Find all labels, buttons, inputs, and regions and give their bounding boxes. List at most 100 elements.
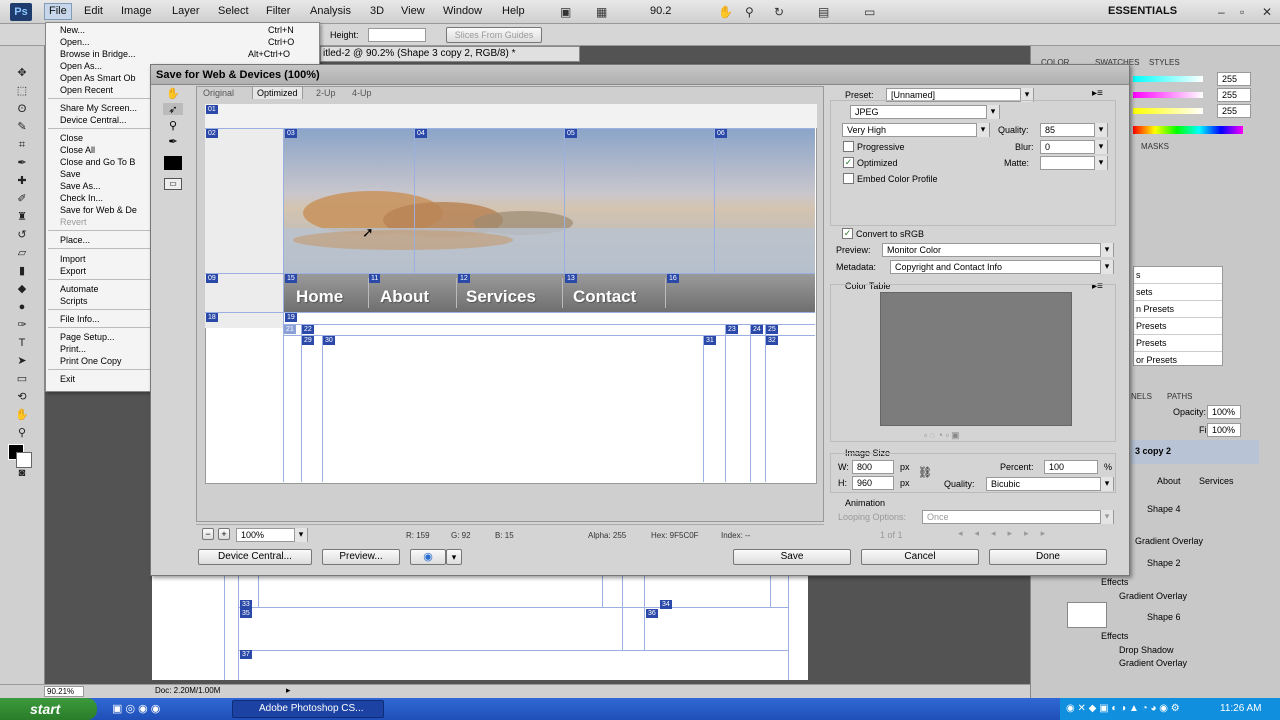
stamp-tool-icon[interactable]: ♜ [12,210,32,224]
slice-label[interactable]: 05 [565,129,577,138]
eraser-tool-icon[interactable]: ▱ [12,246,32,260]
tray-icons[interactable]: ◉ ✕ ◆ ▣ ◐ ◑ ▲ ◔ ◕ ◉ ⚙ [1066,698,1180,720]
layer-effect[interactable]: Gradient Overlay [1135,536,1203,546]
color-table-grid[interactable] [880,292,1072,426]
menu-image[interactable]: Image [121,5,152,17]
hand-tool-icon[interactable]: ✋ [163,87,183,100]
tab-styles[interactable]: STYLES [1149,58,1180,67]
quick-mask-icon[interactable]: ◙ [12,466,32,480]
color-ramp[interactable] [1133,126,1243,134]
convert-srgb-checkbox[interactable]: ✓ [842,228,853,239]
menu-item-page-setup[interactable]: Page Setup... [60,332,115,342]
color-value-field[interactable]: 255 [1217,104,1251,118]
menu-help[interactable]: Help [502,5,525,17]
height-field[interactable]: 960 [852,476,894,490]
status-menu-arrow-icon[interactable]: ▸ [286,685,291,696]
menu-item-open[interactable]: Open... [60,37,90,47]
zoom-tool-icon[interactable]: ⚲ [745,5,754,19]
color-value-field[interactable]: 255 [1217,88,1251,102]
tab-4-up[interactable]: 4-Up [352,88,372,98]
menu-item-save-for-web[interactable]: Save for Web & De [60,205,137,215]
menu-item-device-central[interactable]: Device Central... [60,115,127,125]
preset-item[interactable]: sets [1134,284,1222,301]
browser-dropdown-icon[interactable]: ▾ [446,549,462,565]
menu-item-print[interactable]: Print... [60,344,86,354]
zoom-tool-icon[interactable]: ⚲ [12,426,32,440]
slice-label[interactable]: 18 [206,313,218,322]
zoom-in-button[interactable]: + [218,528,230,540]
menu-item-revert[interactable]: Revert [60,217,87,227]
slice-label[interactable]: 16 [667,274,679,283]
metadata-select[interactable]: Copyright and Contact Info [890,260,1114,274]
quality-field[interactable]: 85 [1040,123,1108,137]
menu-item-file-info[interactable]: File Info... [60,314,100,324]
presets-list[interactable]: s sets n Presets Presets Presets or Pres… [1133,266,1223,366]
menu-file[interactable]: File [44,3,72,20]
quality-mode-select[interactable]: Very High [842,123,990,137]
slice-label[interactable]: 12 [458,274,470,283]
layer-name[interactable]: Shape 4 [1147,504,1181,514]
menu-analysis[interactable]: Analysis [310,5,351,17]
marquee-tool-icon[interactable]: ⬚ [12,84,32,98]
lasso-tool-icon[interactable]: ʘ [12,102,32,116]
zoom-tool-icon[interactable]: ⚲ [163,119,183,132]
menu-item-browse-bridge[interactable]: Browse in Bridge... [60,49,136,59]
layer-effects-label[interactable]: Effects [1101,577,1128,587]
slice-label[interactable]: 02 [206,129,218,138]
layer-effect[interactable]: Gradient Overlay [1119,591,1187,601]
menu-item-automate[interactable]: Automate [60,284,99,294]
start-button[interactable]: start [0,698,97,720]
nav-about[interactable]: About [380,287,429,307]
device-central-button[interactable]: Device Central... [198,549,312,565]
format-select[interactable]: JPEG [850,105,1000,119]
layer-name[interactable]: Shape 2 [1147,558,1181,568]
slice-label[interactable]: 31 [704,336,716,345]
preset-item[interactable]: Presets [1134,318,1222,335]
menu-select[interactable]: Select [218,5,249,17]
color-value-field[interactable]: 255 [1217,72,1251,86]
rotate-view-icon[interactable]: ↻ [774,5,784,19]
slice-select-tool-icon[interactable]: ➶ [163,103,183,116]
layer-effect[interactable]: Gradient Overlay [1119,658,1187,668]
preset-menu-icon[interactable]: ▸≡ [1092,88,1103,99]
slice-label[interactable]: 32 [766,336,778,345]
fill-field[interactable]: 100% [1207,423,1241,437]
yellow-slider[interactable] [1133,108,1203,114]
progressive-checkbox[interactable] [843,141,854,152]
slice-label[interactable]: 23 [726,325,738,334]
menu-item-print-one-copy[interactable]: Print One Copy [60,356,122,366]
layer-row-selected[interactable]: 3 copy 2 [1131,440,1259,464]
eyedropper-tool-icon[interactable]: ✒ [163,135,183,148]
save-button[interactable]: Save [733,549,851,565]
nav-home[interactable]: Home [296,287,343,307]
toggle-slices-icon[interactable]: ▭ [164,178,182,190]
layer-name[interactable]: Shape 6 [1147,612,1181,622]
document-canvas[interactable]: 33 35 34 36 37 [152,570,808,680]
cyan-slider[interactable] [1133,76,1203,82]
menu-item-exit[interactable]: Exit [60,374,75,384]
menu-item-open-as[interactable]: Open As... [60,61,102,71]
preset-item[interactable]: s [1134,267,1222,284]
healing-tool-icon[interactable]: ✚ [12,174,32,188]
link-icon[interactable]: ⛓ [918,466,932,479]
layer-effect[interactable]: Drop Shadow [1119,645,1174,655]
tab-optimized[interactable]: Optimized [252,86,303,99]
zoom-out-button[interactable]: − [202,528,214,540]
type-tool-icon[interactable]: T [12,336,32,350]
taskbar-photoshop[interactable]: Adobe Photoshop CS... [232,700,384,718]
slice-label[interactable]: 19 [285,313,297,322]
embed-profile-checkbox[interactable] [843,173,854,184]
tab-paths[interactable]: PATHS [1167,392,1192,401]
menu-edit[interactable]: Edit [84,5,103,17]
quick-select-tool-icon[interactable]: ✎ [12,120,32,134]
menu-item-new[interactable]: New... [60,25,85,35]
menu-layer[interactable]: Layer [172,5,200,17]
hand-tool-icon[interactable]: ✋ [718,5,733,19]
matte-select[interactable] [1040,156,1108,170]
frame-controls-icon[interactable]: ◂◂◂▸▸▸ [958,528,1057,539]
menu-item-scripts[interactable]: Scripts [60,296,88,306]
document-tab[interactable]: itled-2 @ 90.2% (Shape 3 copy 2, RGB/8) … [320,46,580,62]
preset-item[interactable]: n Presets [1134,301,1222,318]
slice-label[interactable]: 03 [285,129,297,138]
looping-select[interactable]: Once [922,510,1114,524]
